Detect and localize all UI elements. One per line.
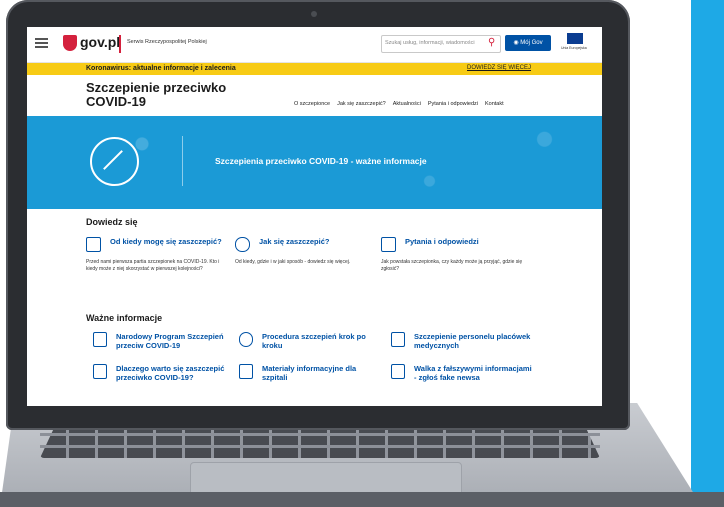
learn-title: Dowiedz się (86, 217, 138, 227)
search-placeholder: Szukaj usług, informacji, wiadomości (385, 40, 475, 46)
moj-gov-button[interactable]: ◉ Mój Gov (505, 35, 551, 51)
card-desc: Przed nami pierwsza partia szczepionek n… (86, 259, 220, 272)
laptop-base-edge (0, 492, 724, 507)
info-link[interactable]: Narodowy Program Szczepień przeciw COVID… (116, 332, 236, 350)
info-link[interactable]: Szczepienie personelu placówek medycznyc… (414, 332, 534, 350)
hero-text: Szczepienia przeciwko COVID-19 - ważne i… (215, 156, 427, 166)
top-bar: gov.pl Serwis Rzeczypospolitej Polskiej … (27, 27, 602, 63)
keyboard-row-divider (40, 445, 600, 448)
document-icon (239, 364, 253, 379)
menu-icon[interactable] (35, 38, 48, 48)
learn-card[interactable]: Jak się zaszczepić? Od kiedy, gdzie i w … (235, 237, 385, 297)
gov-logo[interactable]: gov.pl (80, 34, 120, 50)
card-link[interactable]: Jak się zaszczepić? (259, 237, 389, 246)
map-poland-icon (93, 332, 107, 347)
moj-gov-label: Mój Gov (520, 40, 543, 46)
shield-icon (235, 237, 250, 252)
site-title[interactable]: Szczepienie przeciwko COVID-19 (86, 81, 236, 109)
laptop-lid: gov.pl Serwis Rzeczypospolitej Polskiej … (6, 0, 630, 430)
important-title: Ważne informacje (86, 313, 163, 323)
learn-card[interactable]: Od kiedy mogę się zaszczepić? Przed nami… (86, 237, 236, 297)
nav-pytania[interactable]: Pytania i odpowiedzi (428, 101, 478, 107)
steps-icon (239, 332, 253, 347)
main-nav: O szczepionce Jak się zaszczepić? Aktual… (294, 101, 504, 107)
eagle-emblem-icon (63, 35, 77, 51)
camera-icon (311, 11, 317, 17)
nav-aktualnosci[interactable]: Aktualności (393, 101, 421, 107)
info-link[interactable]: Procedura szczepień krok po kroku (262, 332, 382, 350)
accent-stripe (691, 0, 724, 507)
learn-card[interactable]: Pytania i odpowiedzi Jak powstała szczep… (381, 237, 531, 297)
nav-jak-sie-zaszczepic[interactable]: Jak się zaszczepić? (337, 101, 386, 107)
hero-banner[interactable]: Szczepienia przeciwko COVID-19 - ważne i… (27, 116, 602, 209)
search-input[interactable]: Szukaj usług, informacji, wiadomości (381, 35, 501, 53)
virus-syringe-icon (90, 137, 139, 186)
info-link[interactable]: Walka z fałszywymi informacjami - zgłoś … (414, 364, 534, 382)
card-desc: Jak powstała szczepionka, czy każdy może… (381, 259, 523, 272)
document-icon (93, 364, 107, 379)
banner-text: Koronawirus: aktualne informacje i zalec… (86, 65, 236, 72)
info-link[interactable]: Materiały informacyjne dla szpitali (262, 364, 382, 382)
keyboard-row-divider (40, 433, 600, 436)
banner-link[interactable]: DOWIEDZ SIĘ WIĘCEJ (467, 65, 531, 71)
document-icon (391, 364, 405, 379)
nav-o-szczepionce[interactable]: O szczepionce (294, 101, 330, 107)
nav-kontakt[interactable]: Kontakt (485, 101, 504, 107)
eu-label: Unia Europejska (561, 46, 587, 50)
laptop-screen: gov.pl Serwis Rzeczypospolitej Polskiej … (27, 27, 602, 406)
card-link[interactable]: Od kiedy mogę się zaszczepić? (110, 237, 240, 246)
hero-divider (182, 136, 183, 186)
card-desc: Od kiedy, gdzie i w jaki sposób - dowied… (235, 259, 351, 265)
service-name: Serwis Rzeczypospolitej Polskiej (127, 39, 207, 45)
eu-flag-icon (567, 33, 583, 44)
medical-staff-icon (391, 332, 405, 347)
logo-divider (119, 35, 121, 53)
covid-banner: Koronawirus: aktualne informacje i zalec… (27, 63, 602, 75)
search-icon[interactable]: ⚲ (488, 37, 495, 48)
card-link[interactable]: Pytania i odpowiedzi (405, 237, 535, 246)
info-link[interactable]: Dlaczego warto się zaszczepić przeciwko … (116, 364, 236, 382)
chat-question-icon (381, 237, 396, 252)
calendar-icon (86, 237, 101, 252)
